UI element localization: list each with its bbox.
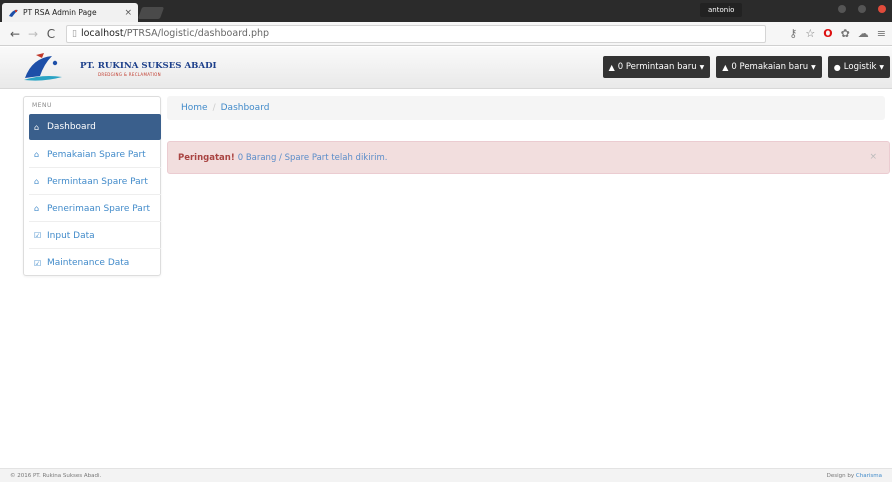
footer-copyright: © 2016 PT. Rukina Sukses Abadi. — [10, 472, 102, 479]
sidebar-item-permintaan[interactable]: ⌂ Permintaan Spare Part — [29, 169, 161, 195]
breadcrumb-home-link[interactable]: Home — [181, 103, 208, 113]
alert-close-icon[interactable]: × — [869, 152, 877, 162]
site-favicon-icon — [9, 9, 18, 17]
minimize-icon[interactable] — [838, 5, 846, 13]
page-icon: ▯ — [72, 28, 77, 39]
footer-credit: Design by Charisma — [827, 473, 882, 479]
sidebar-item-label: Permintaan Spare Part — [47, 176, 148, 187]
company-tagline: DREDGING & RECLAMATION — [98, 72, 161, 77]
caret-down-icon: ▼ — [699, 63, 705, 71]
close-window-icon[interactable] — [878, 5, 886, 13]
menu-icon[interactable]: ≡ — [877, 27, 886, 40]
company-logo-icon[interactable] — [22, 52, 64, 84]
breadcrumb-separator: / — [212, 103, 216, 113]
tab-title: PT RSA Admin Page — [23, 8, 97, 17]
sidebar-item-label: Penerimaan Spare Part — [47, 203, 151, 214]
address-bar[interactable]: ▯ localhost /PTRSA/logistic/dashboard.ph… — [66, 24, 766, 43]
sidebar-item-label: Input Data — [47, 230, 95, 241]
key-icon[interactable]: ⚷ — [789, 27, 797, 40]
sidebar: MENU ⌂ Dashboard ⌂ Pemakaian Spare Part … — [23, 96, 161, 276]
browser-toolbar: ← → C ▯ localhost /PTRSA/logistic/dashbo… — [0, 22, 892, 46]
sidebar-item-dashboard[interactable]: ⌂ Dashboard — [29, 114, 161, 140]
alert-message: 0 Barang / Spare Part telah dikirim. — [237, 152, 388, 163]
bell-icon: ▲ — [608, 62, 615, 72]
pemakaian-label: 0 Pemakaian baru — [731, 62, 809, 72]
breadcrumb: Home / Dashboard — [167, 96, 885, 120]
cloud-icon[interactable]: ☁ — [858, 27, 869, 40]
alert-title: Peringatan! — [178, 152, 235, 163]
sidebar-item-label: Dashboard — [47, 122, 96, 132]
home-icon: ⌂ — [34, 177, 40, 186]
breadcrumb-current-link[interactable]: Dashboard — [221, 103, 270, 113]
user-icon: ● — [833, 62, 841, 72]
app-navbar: PT. RUKINA SUKSES ABADI DREDGING & RECLA… — [0, 47, 892, 89]
user-label: Logistik — [843, 62, 877, 72]
window-controls — [838, 5, 886, 13]
company-name[interactable]: PT. RUKINA SUKSES ABADI — [80, 61, 217, 71]
pemakaian-dropdown-button[interactable]: ▲ 0 Pemakaian baru ▼ — [716, 56, 822, 78]
star-icon[interactable]: ☆ — [805, 27, 815, 40]
profile-name[interactable]: antonio — [700, 3, 743, 17]
home-icon: ⌂ — [34, 150, 40, 159]
browser-tab[interactable]: PT RSA Admin Page × — [2, 3, 138, 22]
forward-icon[interactable]: → — [24, 27, 42, 41]
caret-down-icon: ▼ — [879, 63, 884, 71]
toolbar-icons: ⚷ ☆ O ✿ ☁ ≡ — [789, 27, 886, 40]
url-path: /PTRSA/logistic/dashboard.php — [123, 28, 270, 39]
sidebar-item-input-data[interactable]: ☑ Input Data — [29, 223, 161, 249]
sidebar-item-pemakaian[interactable]: ⌂ Pemakaian Spare Part — [29, 142, 161, 168]
tab-close-icon[interactable]: × — [124, 8, 132, 18]
new-tab-button[interactable] — [137, 7, 165, 19]
bell-icon: ▲ — [722, 62, 729, 72]
sidebar-item-maintenance-data[interactable]: ☑ Maintenance Data — [29, 250, 161, 276]
permintaan-label: 0 Permintaan baru — [617, 62, 697, 72]
caret-down-icon: ▼ — [811, 63, 816, 71]
home-icon: ⌂ — [34, 204, 40, 213]
check-square-icon: ☑ — [34, 231, 42, 240]
home-icon: ⌂ — [34, 122, 40, 132]
warning-alert: Peringatan! 0 Barang / Spare Part telah … — [167, 141, 890, 174]
user-dropdown-button[interactable]: ● Logistik ▼ — [827, 56, 890, 78]
footer: © 2016 PT. Rukina Sukses Abadi. Design b… — [0, 468, 892, 482]
check-square-icon: ☑ — [34, 258, 42, 268]
footer-credit-link[interactable]: Charisma — [856, 473, 882, 479]
footer-credit-prefix: Design by — [826, 472, 855, 479]
permintaan-dropdown-button[interactable]: ▲ 0 Permintaan baru ▼ — [602, 56, 711, 78]
maximize-icon[interactable] — [858, 5, 866, 13]
back-icon[interactable]: ← — [6, 27, 24, 41]
browser-tabstrip: PT RSA Admin Page × antonio — [0, 0, 892, 22]
sidebar-item-label: Pemakaian Spare Part — [47, 149, 146, 160]
sidebar-item-penerimaan[interactable]: ⌂ Penerimaan Spare Part — [29, 196, 161, 222]
sidebar-item-label: Maintenance Data — [47, 258, 130, 268]
reload-icon[interactable]: C — [42, 27, 60, 41]
navbar-right: ▲ 0 Permintaan baru ▼ ▲ 0 Pemakaian baru… — [602, 56, 890, 78]
url-host: localhost — [80, 28, 124, 39]
menu-label: MENU — [32, 102, 52, 109]
extension-icon[interactable]: ✿ — [841, 27, 850, 40]
opera-icon[interactable]: O — [823, 27, 832, 40]
